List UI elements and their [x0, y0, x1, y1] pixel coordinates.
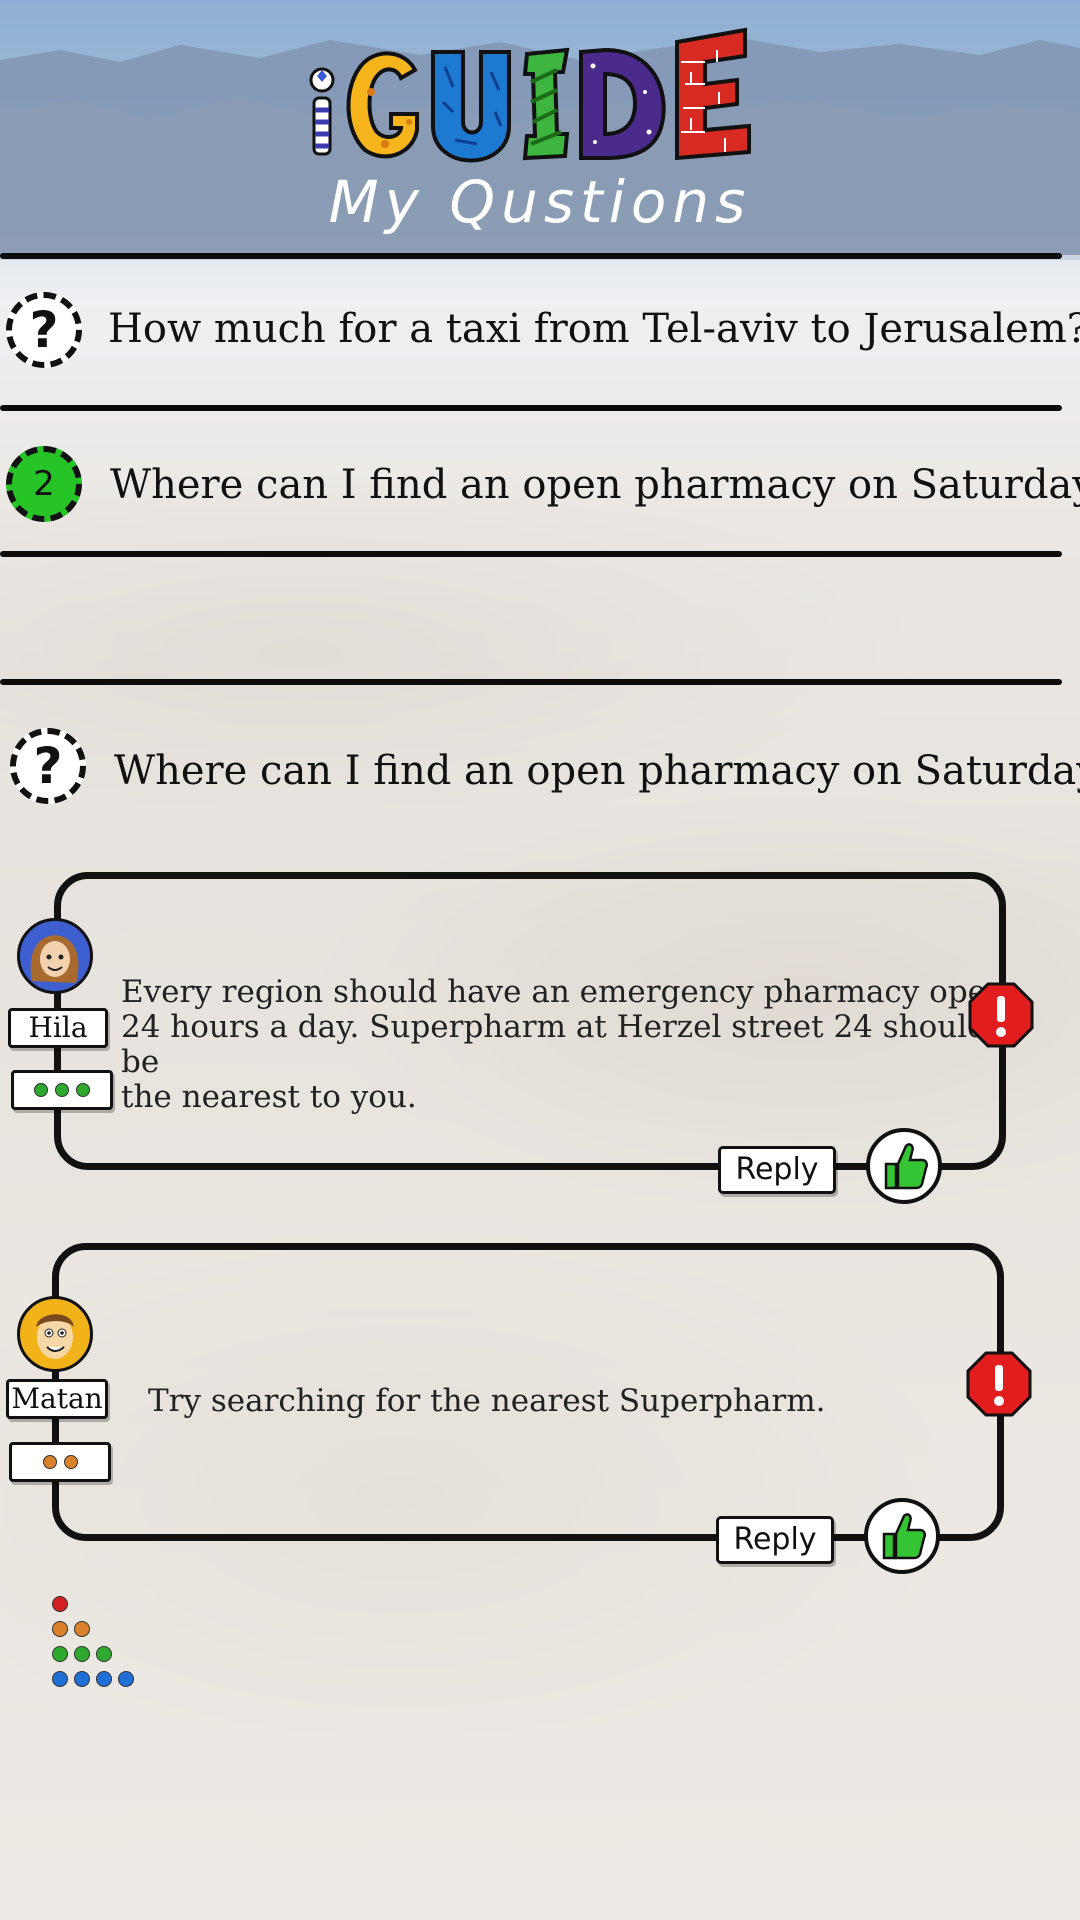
divider	[0, 253, 1062, 259]
app-logo	[309, 27, 751, 163]
question-mark-icon: ?	[33, 737, 63, 795]
page-title: My Qustions	[328, 168, 752, 236]
question-item-pharmacy[interactable]: Where can I find an open pharmacy on Sat…	[110, 462, 1080, 508]
alert-octagon-icon[interactable]	[968, 982, 1034, 1048]
legend-dot	[74, 1646, 90, 1662]
answer-text: Try searching for the nearest Superpharm…	[148, 1383, 826, 1419]
legend-level-3	[52, 1646, 134, 1662]
rating-dot	[34, 1083, 48, 1097]
legend-dot	[52, 1646, 68, 1662]
question-status-icon: ?	[10, 728, 86, 804]
avatar[interactable]	[17, 918, 93, 994]
divider	[0, 679, 1062, 685]
author-rating	[9, 1442, 111, 1482]
answer-text: Every region should have an emergency ph…	[121, 974, 1006, 1115]
question-mark-icon: ?	[29, 301, 59, 359]
answer-count-badge: 2	[6, 446, 82, 522]
legend-dot	[96, 1646, 112, 1662]
thread-question-title: Where can I find an open pharmacy on Sat…	[114, 748, 1080, 794]
rating-dot	[55, 1083, 69, 1097]
divider	[0, 405, 1062, 411]
like-button[interactable]	[866, 1128, 942, 1204]
legend-dot	[52, 1621, 68, 1637]
user-avatar-matan-icon	[36, 1314, 74, 1359]
legend-dot	[96, 1671, 112, 1687]
user-avatar-hila-icon	[30, 935, 79, 983]
author-name: Matan	[6, 1379, 108, 1419]
reply-button[interactable]: Reply	[718, 1146, 836, 1194]
legend-dot	[74, 1671, 90, 1687]
rating-dot	[42, 1455, 57, 1469]
legend-level-2	[52, 1621, 134, 1637]
legend-dot	[52, 1596, 68, 1612]
author-name: Hila	[8, 1008, 108, 1048]
answer-count: 2	[33, 464, 55, 504]
alert-octagon-icon[interactable]	[966, 1351, 1032, 1417]
author-rating	[11, 1070, 113, 1110]
legend-dot	[52, 1671, 68, 1687]
thumbs-up-icon	[882, 1513, 927, 1560]
question-status-icon: ?	[6, 292, 82, 368]
reply-button[interactable]: Reply	[716, 1516, 834, 1564]
like-button[interactable]	[864, 1498, 940, 1574]
rating-dot	[63, 1455, 78, 1469]
rating-legend	[52, 1596, 134, 1696]
divider	[0, 551, 1062, 557]
question-item-taxi[interactable]: How much for a taxi from Tel-aviv to Jer…	[108, 306, 1080, 352]
thumbs-up-icon	[884, 1143, 929, 1190]
legend-dot	[118, 1671, 134, 1687]
legend-level-1	[52, 1596, 134, 1612]
rating-dot	[76, 1083, 90, 1097]
avatar[interactable]	[17, 1296, 93, 1372]
legend-level-4	[52, 1671, 134, 1687]
legend-dot	[74, 1621, 90, 1637]
